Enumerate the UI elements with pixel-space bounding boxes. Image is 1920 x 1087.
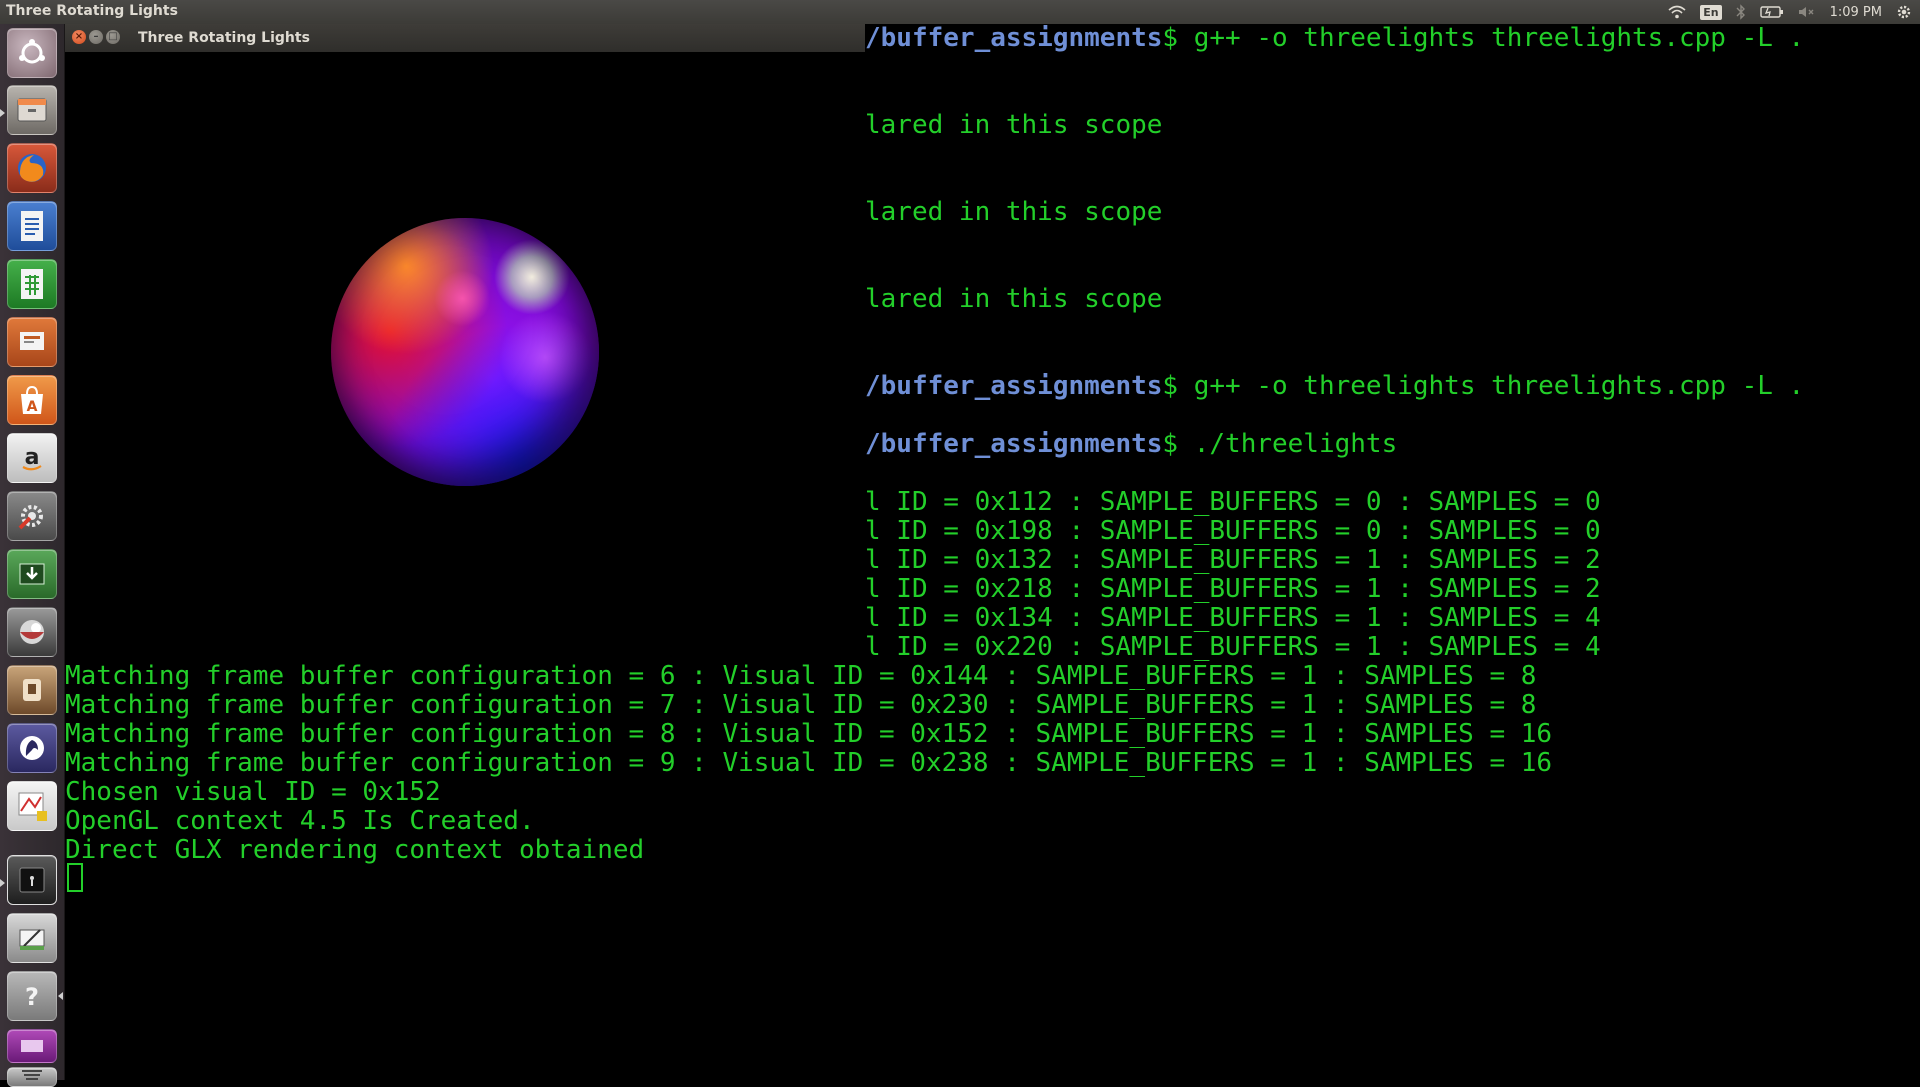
error-line: lared in this scope: [865, 284, 1163, 314]
error-line: lared in this scope: [865, 110, 1163, 140]
top-panel: Three Rotating Lights En 1:09 PM: [0, 0, 1920, 24]
output-line: OpenGL context 4.5 Is Created.: [65, 806, 535, 836]
wifi-icon[interactable]: [1668, 5, 1686, 19]
gl-window[interactable]: × – □ Three Rotating Lights: [65, 24, 865, 634]
output-line: Matching frame buffer configuration = 8 …: [65, 719, 1553, 749]
amazon-icon[interactable]: a: [7, 433, 57, 483]
ubuntu-dash-icon[interactable]: [7, 28, 57, 78]
command-text: ./threelights: [1178, 429, 1398, 459]
prompt-symbol: $: [1162, 429, 1179, 459]
clock[interactable]: 1:09 PM: [1830, 5, 1882, 20]
running-indicator: [58, 992, 63, 1000]
launcher: A a ?: [0, 24, 65, 1087]
trash-icon[interactable]: [7, 1067, 57, 1087]
inkscape-icon[interactable]: [7, 723, 57, 773]
lit-sphere: [331, 218, 599, 486]
output-line: l ID = 0x132 : SAMPLE_BUFFERS = 1 : SAMP…: [865, 545, 1601, 575]
svg-text:A: A: [27, 399, 38, 415]
software-center-icon[interactable]: A: [7, 375, 57, 425]
output-line: Matching frame buffer configuration = 7 …: [65, 690, 1537, 720]
app-icon[interactable]: [7, 1029, 57, 1063]
prompt-path: /buffer_assignments: [865, 371, 1163, 401]
writer-icon[interactable]: [7, 201, 57, 251]
update-manager-icon[interactable]: [7, 549, 57, 599]
terminal-line: /buffer_assignments$ g++ -o threelights …: [865, 372, 1804, 401]
gl-window-title: Three Rotating Lights: [138, 30, 310, 46]
close-button[interactable]: ×: [72, 30, 86, 44]
svg-text:?: ?: [25, 983, 39, 1011]
prompt-path: /buffer_assignments: [865, 429, 1163, 459]
firefox-icon[interactable]: [7, 143, 57, 193]
error-line: lared in this scope: [865, 197, 1163, 227]
calc-icon[interactable]: [7, 259, 57, 309]
gear-icon[interactable]: [1896, 4, 1912, 20]
app-icon[interactable]: [7, 913, 57, 963]
maximize-button[interactable]: □: [106, 30, 120, 44]
output-line: l ID = 0x218 : SAMPLE_BUFFERS = 1 : SAMP…: [865, 574, 1601, 604]
prompt-path: /buffer_assignments: [865, 24, 1163, 53]
volume-muted-icon[interactable]: [1798, 5, 1816, 19]
files-icon[interactable]: [7, 85, 57, 135]
keyboard-layout-indicator[interactable]: En: [1700, 4, 1722, 20]
system-settings-icon[interactable]: [7, 491, 57, 541]
output-line: Matching frame buffer configuration = 6 …: [65, 661, 1537, 691]
gl-window-titlebar[interactable]: × – □ Three Rotating Lights: [65, 24, 865, 52]
prompt-symbol: $: [1162, 24, 1179, 53]
output-line: l ID = 0x134 : SAMPLE_BUFFERS = 1 : SAMP…: [865, 603, 1601, 633]
terminal-cursor: [67, 863, 83, 892]
svg-text:a: a: [25, 445, 40, 470]
battery-icon[interactable]: [1759, 5, 1784, 19]
running-indicator: [0, 879, 5, 887]
app-icon[interactable]: [7, 781, 57, 831]
impress-icon[interactable]: [7, 317, 57, 367]
blender-icon[interactable]: [7, 607, 57, 657]
app-icon[interactable]: [7, 665, 57, 715]
output-line: Chosen visual ID = 0x152: [65, 777, 441, 807]
output-line: l ID = 0x220 : SAMPLE_BUFFERS = 1 : SAMP…: [865, 632, 1601, 662]
command-text: g++ -o threelights threelights.cpp -L .: [1178, 24, 1805, 53]
minimize-button[interactable]: –: [89, 30, 103, 44]
prompt-symbol: $: [1162, 371, 1179, 401]
output-line: l ID = 0x198 : SAMPLE_BUFFERS = 0 : SAMP…: [865, 516, 1601, 546]
terminal-icon[interactable]: [7, 855, 57, 905]
running-indicator: [0, 109, 5, 117]
output-line: Direct GLX rendering context obtained: [65, 835, 645, 865]
output-line: Matching frame buffer configuration = 9 …: [65, 748, 1553, 778]
indicator-area: En 1:09 PM: [1668, 0, 1912, 24]
terminal-line: /buffer_assignments$ g++ -o threelights …: [865, 24, 1804, 53]
command-text: g++ -o threelights threelights.cpp -L .: [1178, 371, 1805, 401]
terminal-line: /buffer_assignments$ ./threelights: [865, 430, 1397, 459]
output-line: l ID = 0x112 : SAMPLE_BUFFERS = 0 : SAMP…: [865, 487, 1601, 517]
active-app-title: Three Rotating Lights: [6, 3, 178, 19]
bluetooth-icon[interactable]: [1736, 4, 1746, 20]
help-icon[interactable]: ?: [7, 971, 57, 1021]
